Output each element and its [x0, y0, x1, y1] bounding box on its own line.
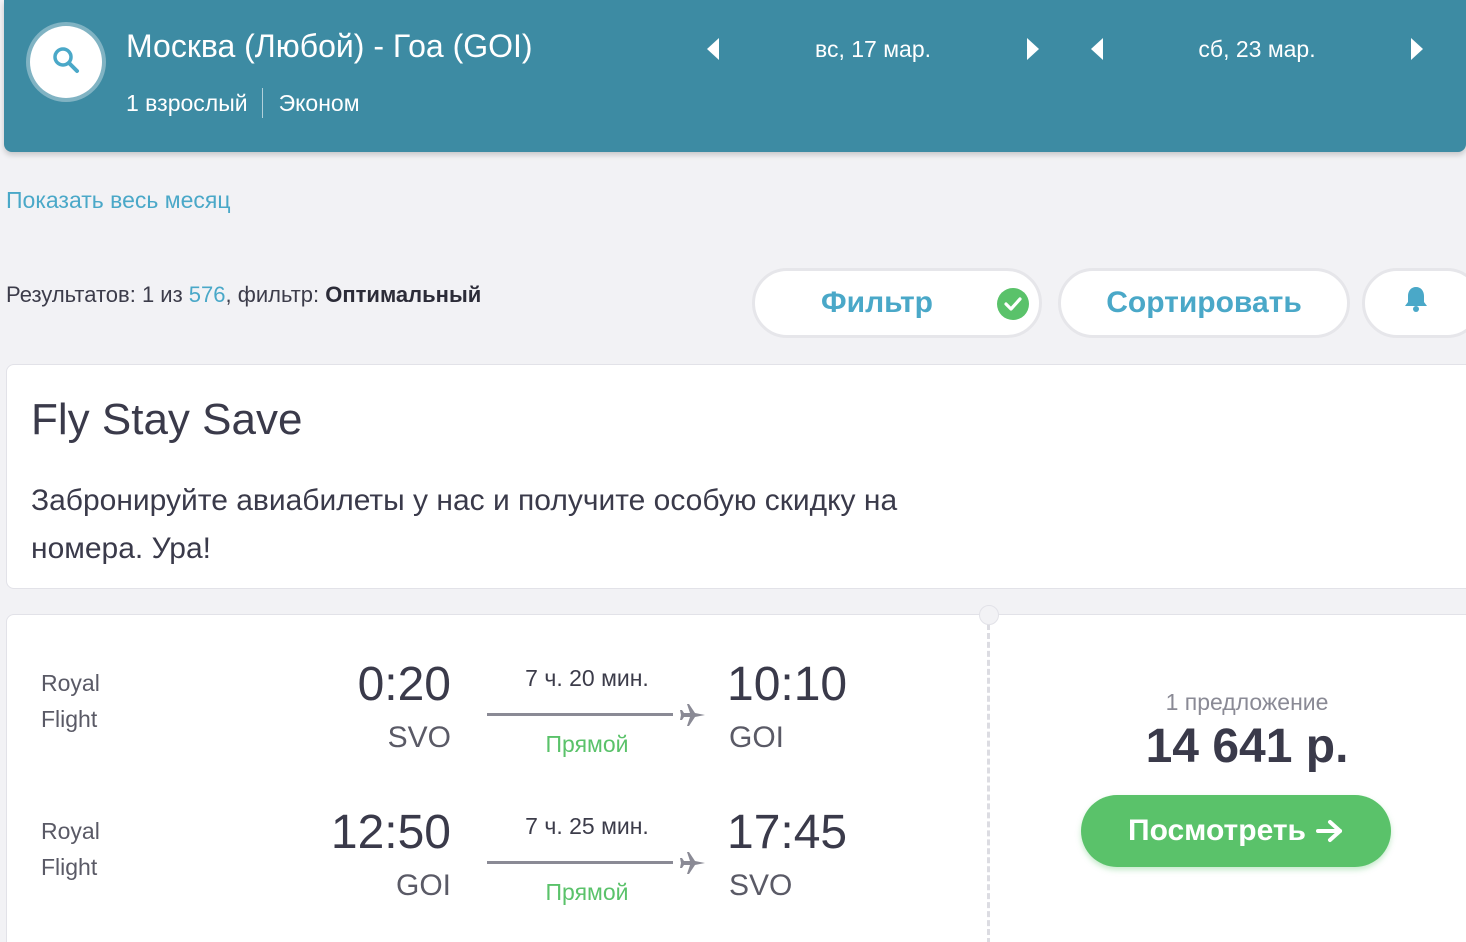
price-alert-button[interactable]: [1362, 268, 1466, 338]
stops-label: Прямой: [545, 731, 629, 757]
return-date-picker: сб, 23 мар.: [1082, 26, 1432, 72]
airline-name: Royal Flight: [41, 670, 100, 732]
departure-airport: SVO: [387, 721, 451, 754]
check-circle-icon: [997, 288, 1029, 320]
flight-segment: Royal Flight 12:50 GOI 7 ч. 25 мин. Прям…: [7, 806, 987, 942]
return-date[interactable]: сб, 23 мар.: [1112, 36, 1402, 63]
plane-icon: [679, 701, 707, 729]
filter-value: Оптимальный: [325, 282, 482, 307]
arrival-airport: SVO: [729, 869, 793, 902]
search-icon: [52, 46, 80, 79]
next-return-date-button[interactable]: [1402, 26, 1432, 72]
results-summary: Результатов: 1 из 576, фильтр: Оптимальн…: [6, 282, 481, 308]
departure-airport: GOI: [395, 869, 451, 902]
departure-time: 0:20: [357, 658, 451, 711]
filter-button[interactable]: Фильтр: [752, 268, 1042, 338]
route-title[interactable]: Москва (Любой) - Гоа (GOI): [126, 28, 533, 65]
promo-text: Забронируйте авиабилеты у нас и получите…: [31, 484, 898, 565]
ticket-divider: [987, 615, 990, 942]
view-offer-button[interactable]: Посмотреть: [1081, 795, 1391, 867]
flight-ticket-card[interactable]: Royal Flight 0:20 SVO 7 ч. 20 мин. Прямо…: [6, 605, 1466, 942]
filter-prefix: , фильтр:: [225, 282, 326, 307]
promo-card: Fly Stay Save Забронируйте авиабилеты у …: [6, 364, 1466, 589]
ticket-price: 14 641 р.: [1145, 720, 1349, 773]
arrival-time: 17:45: [727, 806, 848, 859]
results-prefix: Результатов: 1 из: [6, 282, 189, 307]
next-depart-date-button[interactable]: [1018, 26, 1048, 72]
passenger-info[interactable]: 1 взрослый Эконом: [126, 88, 360, 118]
ticket-notch: [979, 605, 999, 625]
promo-title: Fly Stay Save: [31, 395, 303, 444]
arrival-time: 10:10: [727, 658, 848, 711]
sort-button[interactable]: Сортировать: [1058, 268, 1350, 338]
filter-label: Фильтр: [821, 286, 933, 319]
sort-label: Сортировать: [1106, 286, 1302, 319]
prev-depart-date-button[interactable]: [698, 26, 728, 72]
flight-segment: Royal Flight 0:20 SVO 7 ч. 20 мин. Прямо…: [7, 658, 987, 795]
departure-time: 12:50: [330, 806, 451, 859]
arrival-airport: GOI: [729, 721, 785, 754]
depart-date-picker: вс, 17 мар.: [698, 26, 1048, 72]
stops-label: Прямой: [545, 879, 629, 905]
route-line: [487, 713, 673, 716]
search-header: Москва (Любой) - Гоа (GOI) 1 взрослый Эк…: [4, 0, 1466, 152]
arrow-right-icon: [1316, 819, 1344, 843]
depart-date[interactable]: вс, 17 мар.: [728, 36, 1018, 63]
cabin-class: Эконом: [278, 89, 360, 116]
bell-icon: [1403, 285, 1429, 321]
flight-duration: 7 ч. 25 мин.: [525, 813, 649, 839]
divider: [261, 88, 263, 118]
offers-count: 1 предложение: [1165, 689, 1329, 715]
route-line: [487, 861, 673, 864]
flight-duration: 7 ч. 20 мин.: [525, 665, 649, 691]
airline-name: Royal Flight: [41, 818, 100, 880]
plane-icon: [679, 849, 707, 877]
show-month-link[interactable]: Показать весь месяц: [6, 187, 231, 214]
search-button[interactable]: [30, 26, 102, 98]
passengers-count: 1 взрослый: [126, 89, 248, 116]
prev-return-date-button[interactable]: [1082, 26, 1112, 72]
view-button-label: Посмотреть: [1128, 814, 1306, 847]
results-total: 576: [188, 282, 226, 307]
